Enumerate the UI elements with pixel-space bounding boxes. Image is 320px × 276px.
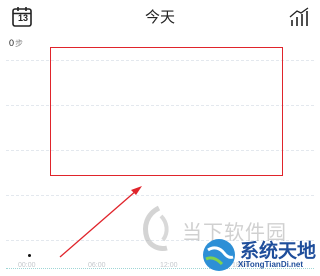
watermark-logo-text: 系统天地 (240, 241, 317, 262)
watermark-globe-icon (203, 239, 235, 271)
step-data-point (28, 254, 31, 257)
step-count-value: 0 (9, 38, 15, 48)
watermark-logo-icon (143, 205, 169, 251)
statistics-button[interactable] (288, 6, 310, 28)
page-title: 今天 (144, 9, 175, 26)
bar-chart-trend-icon (289, 7, 309, 26)
top-bar: 13 今天 (0, 0, 320, 34)
watermark-logo-subtext: XiTongTianDi.net (238, 260, 304, 269)
chart-gridline (6, 195, 314, 196)
step-count-unit: 步 (15, 39, 24, 48)
step-count: 0步 (9, 38, 23, 49)
annotation-highlight-box (50, 47, 283, 176)
watermark-xitongtiandi: 系统天地 XiTongTianDi.net (200, 236, 320, 276)
